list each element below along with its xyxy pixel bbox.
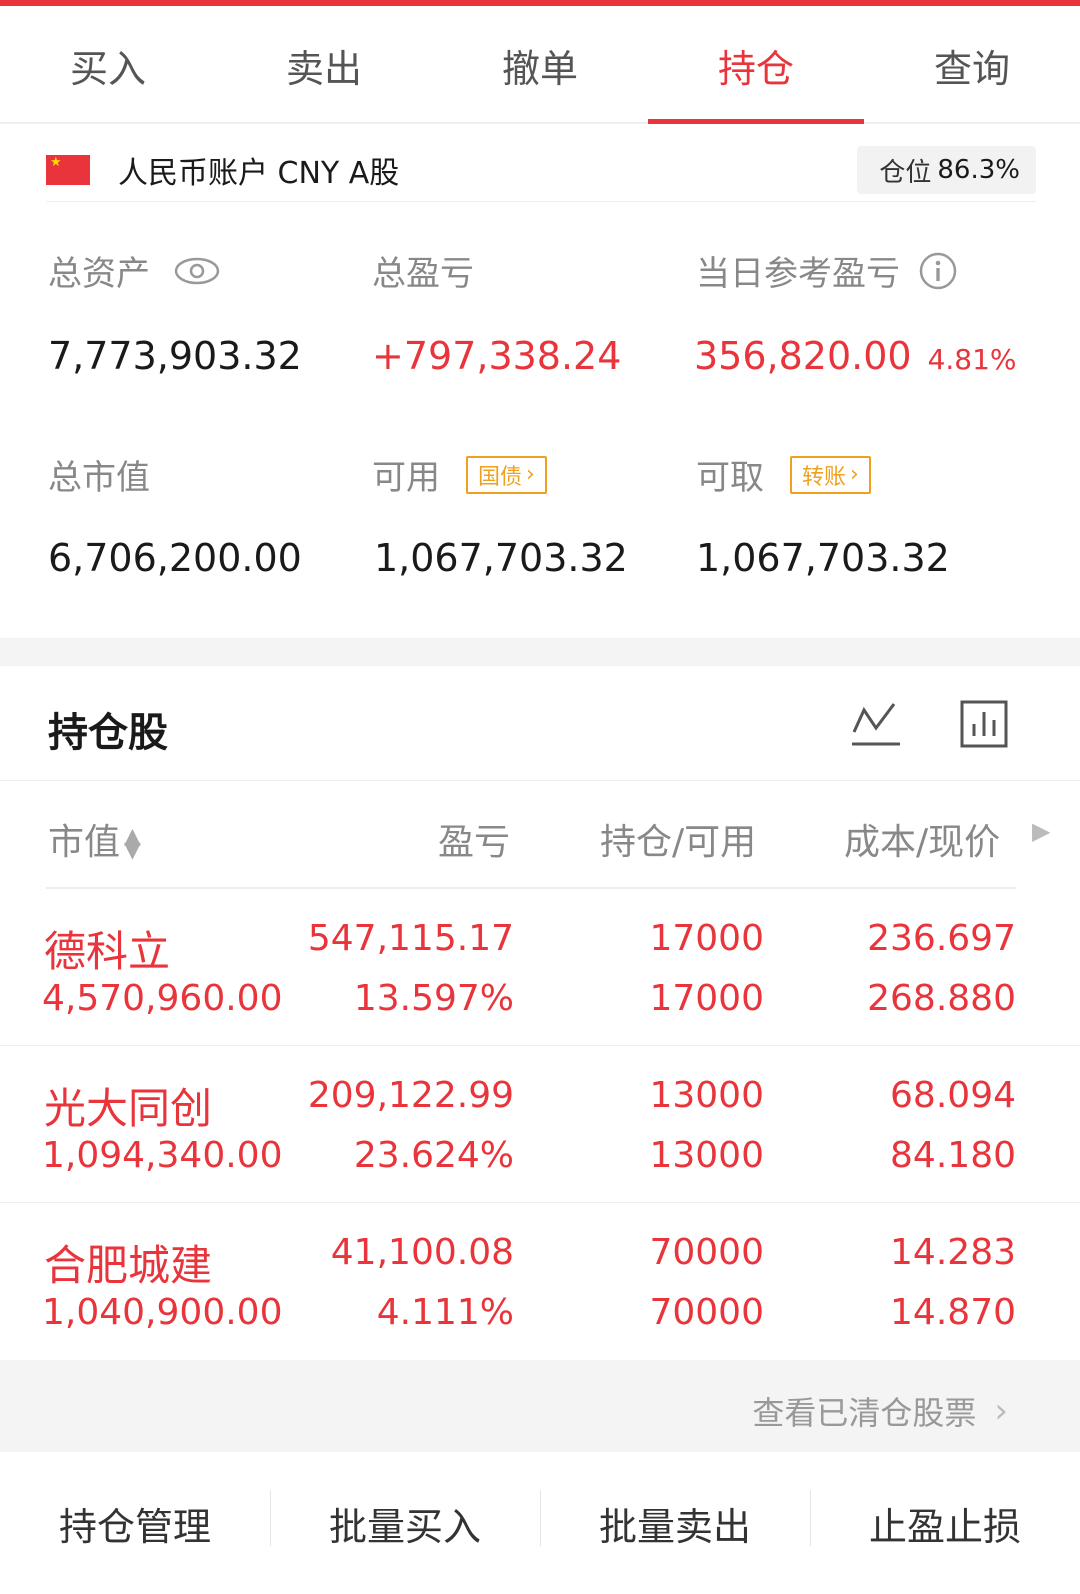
stock-available: 13000 — [649, 1135, 764, 1176]
holding-row[interactable]: 光大同创 1,094,340.00 209,122.99 23.624% 130… — [0, 1047, 1080, 1203]
bottom-action-bar: 持仓管理 批量买入 批量卖出 止盈止损 — [0, 1452, 1080, 1594]
header-divider — [46, 887, 1016, 889]
take-profit-stop-loss-button[interactable]: 止盈止损 — [810, 1452, 1080, 1594]
total-assets-value: 7,773,903.32 — [48, 334, 302, 378]
stock-name: 德科立 — [44, 927, 171, 976]
holdings-title: 持仓股 — [48, 710, 168, 756]
daily-pl-label: 当日参考盈亏 — [696, 254, 900, 294]
tab-cancel-order[interactable]: 撤单 — [432, 6, 648, 124]
stock-name: 光大同创 — [44, 1084, 213, 1133]
section-divider — [0, 638, 1080, 666]
stock-pl: 209,122.99 — [307, 1075, 514, 1116]
trend-line-icon[interactable] — [850, 698, 902, 750]
treasury-bond-tag-button[interactable]: 国债 › — [466, 455, 547, 494]
info-icon[interactable] — [918, 251, 958, 291]
china-flag-icon — [46, 154, 90, 185]
withdrawable-value: 1,067,703.32 — [696, 536, 950, 580]
market-value-label: 总市值 — [48, 458, 150, 498]
stock-position: 13000 — [649, 1075, 764, 1116]
cleared-stocks-bar: 查看已清仓股票 › — [0, 1360, 1080, 1452]
position-ratio-value: 86.3% — [937, 155, 1020, 185]
holding-row[interactable]: 合肥城建 1,040,900.00 41,100.08 4.111% 70000… — [0, 1204, 1080, 1360]
withdrawable-label-group: 可取 转账 › — [696, 450, 871, 499]
stock-price: 14.870 — [890, 1292, 1016, 1333]
view-cleared-stocks-link[interactable]: 查看已清仓股票 › — [752, 1388, 1008, 1434]
account-label: 人民币账户 CNY A股 — [118, 155, 400, 191]
qty-column-header: 持仓/可用 — [600, 822, 757, 863]
tab-query[interactable]: 查询 — [864, 6, 1080, 124]
price-column-header: 成本/现价 — [844, 822, 1001, 863]
available-label: 可用 — [372, 458, 440, 498]
stock-price: 268.880 — [867, 978, 1016, 1019]
daily-pl-percent: 4.81% — [927, 343, 1017, 376]
stock-pl-percent: 13.597% — [353, 978, 514, 1019]
scroll-right-icon[interactable]: ▶ — [1032, 817, 1050, 845]
daily-pl-group: 356,820.00 4.81% — [694, 334, 1017, 378]
daily-pl-label-group: 当日参考盈亏 — [696, 246, 958, 295]
market-value-value: 6,706,200.00 — [48, 536, 302, 580]
stock-pl-percent: 23.624% — [353, 1135, 514, 1176]
manage-holdings-button[interactable]: 持仓管理 — [0, 1452, 270, 1594]
total-pl-label: 总盈亏 — [372, 254, 474, 294]
stock-market-value: 1,040,900.00 — [42, 1292, 283, 1333]
position-ratio-badge: 仓位 86.3% — [857, 146, 1036, 194]
trade-tabs: 买入 卖出 撤单 持仓 查询 — [0, 6, 1080, 124]
withdrawable-label: 可取 — [696, 458, 764, 498]
treasury-bond-tag-label: 国债 — [478, 464, 523, 490]
daily-pl-value: 356,820.00 — [694, 334, 912, 378]
tab-holdings[interactable]: 持仓 — [648, 6, 864, 124]
holdings-table-header: 市值 ▲ ▼ 盈亏 持仓/可用 成本/现价 ▶ — [0, 780, 1080, 888]
position-ratio-label: 仓位 — [879, 157, 932, 188]
transfer-tag-button[interactable]: 转账 › — [790, 455, 871, 494]
stock-available: 17000 — [649, 978, 764, 1019]
chevron-right-icon: › — [994, 1391, 1008, 1431]
total-assets-label-group: 总资产 — [48, 246, 220, 295]
stock-pl: 41,100.08 — [330, 1232, 514, 1273]
available-value: 1,067,703.32 — [374, 536, 628, 580]
account-row: 人民币账户 CNY A股 仓位 86.3% — [46, 138, 1036, 202]
pl-column-header: 盈亏 — [438, 822, 511, 863]
stock-cost: 236.697 — [867, 918, 1016, 959]
stock-price: 84.180 — [890, 1135, 1016, 1176]
stock-position: 70000 — [649, 1232, 764, 1273]
chevron-right-icon: › — [850, 462, 859, 487]
total-pl-value: +797,338.24 — [372, 334, 622, 378]
holding-row[interactable]: 德科立 4,570,960.00 547,115.17 13.597% 1700… — [0, 890, 1080, 1046]
stock-pl: 547,115.17 — [307, 918, 514, 959]
stock-pl-percent: 4.111% — [376, 1292, 514, 1333]
tab-sell[interactable]: 卖出 — [216, 6, 432, 124]
stock-available: 70000 — [649, 1292, 764, 1333]
stock-position: 17000 — [649, 918, 764, 959]
available-label-group: 可用 国债 › — [372, 450, 547, 499]
market-value-column-header[interactable]: 市值 ▲ ▼ — [48, 813, 141, 865]
stock-market-value: 1,094,340.00 — [42, 1135, 283, 1176]
market-value-column-label: 市值 — [48, 822, 121, 863]
batch-buy-button[interactable]: 批量买入 — [270, 1452, 540, 1594]
total-assets-label: 总资产 — [48, 254, 150, 294]
transfer-tag-label: 转账 — [802, 464, 847, 490]
tab-buy[interactable]: 买入 — [0, 6, 216, 124]
eye-icon[interactable] — [174, 256, 220, 286]
stock-name: 合肥城建 — [44, 1241, 213, 1290]
chevron-right-icon: › — [526, 462, 535, 487]
bar-chart-icon[interactable] — [958, 698, 1010, 750]
sort-icon: ▲ ▼ — [124, 824, 141, 863]
stock-cost: 14.283 — [890, 1232, 1016, 1273]
stock-cost: 68.094 — [890, 1075, 1016, 1116]
batch-sell-button[interactable]: 批量卖出 — [540, 1452, 810, 1594]
cleared-stocks-label: 查看已清仓股票 — [752, 1394, 977, 1432]
stock-market-value: 4,570,960.00 — [42, 978, 283, 1019]
